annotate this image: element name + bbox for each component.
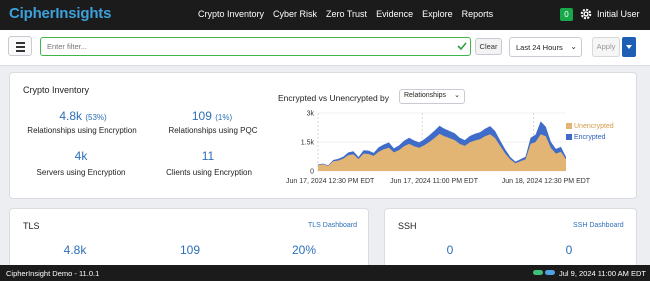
chart-group-select[interactable]: Relationships ⌄	[399, 89, 465, 104]
crypto-inventory-card: Crypto Inventory 4.8k (53%) Relationship…	[9, 72, 637, 199]
tls-title: TLS	[23, 221, 40, 231]
metric-value: 4k	[74, 149, 88, 163]
metric-servers-encryption-label: Servers using Encryption	[36, 168, 126, 177]
legend-encrypted: Encrypted	[566, 134, 606, 141]
hamburger-menu-button[interactable]	[8, 36, 32, 56]
legend-unencrypted: Unencrypted	[566, 123, 614, 130]
logo-part-1: Cipher	[9, 5, 56, 22]
status-footer: CipherInsight Demo - 11.0.1 Jul 9, 2024 …	[0, 265, 650, 281]
gear-icon[interactable]	[580, 8, 592, 20]
chevron-down-icon: ⌄	[570, 42, 577, 51]
user-menu[interactable]: Initial User	[597, 9, 640, 19]
legend-swatch	[566, 134, 572, 140]
metric-value: 4.8k	[59, 109, 82, 123]
metric-relationships-encryption-value[interactable]: 4.8k (53%)	[23, 109, 143, 123]
ssh-metric-value[interactable]: 0	[390, 243, 510, 257]
tls-dashboard-link[interactable]: TLS Dashboard	[308, 222, 357, 229]
legend-swatch	[566, 123, 572, 129]
notification-badge[interactable]: 0	[560, 8, 573, 21]
tls-metric-value[interactable]: 20%	[244, 243, 364, 257]
metric-servers-encryption-value[interactable]: 4k	[21, 149, 141, 163]
y-tick-label: 1.5k	[301, 140, 315, 147]
apply-button[interactable]: Apply	[592, 37, 620, 57]
nav-zero-trust[interactable]: Zero Trust	[326, 9, 367, 19]
metric-percent: (53%)	[85, 113, 107, 122]
apply-dropdown-button[interactable]	[622, 37, 636, 57]
nav-evidence[interactable]: Evidence	[376, 9, 413, 19]
nav-reports[interactable]: Reports	[462, 9, 494, 19]
metric-relationships-pqc-label: Relationships using PQC	[168, 126, 258, 135]
metric-relationships-encryption-label: Relationships using Encryption	[27, 126, 137, 135]
legend-label: Unencrypted	[574, 123, 614, 130]
y-tick-label: 3k	[307, 111, 315, 118]
ssh-card: SSH SSH Dashboard 0 0	[384, 208, 637, 268]
top-nav: CipherInsights Crypto Inventory Cyber Ri…	[0, 0, 650, 30]
encryption-area-chart: 3k 1.5k 0 Jun 17, 2024 12:30 PM EDT Jun 17, …	[286, 111, 591, 186]
logo-part-2: Insights	[55, 5, 112, 22]
nav-crypto-inventory[interactable]: Crypto Inventory	[198, 9, 264, 19]
x-tick-label: Jun 18, 2024 12:30 PM EDT	[502, 178, 591, 185]
crypto-inventory-title: Crypto Inventory	[23, 85, 90, 95]
clear-button[interactable]: Clear	[475, 38, 502, 55]
status-indicator-green	[533, 270, 543, 275]
chart-title: Encrypted vs Unencrypted by	[278, 93, 390, 103]
chevron-down-icon: ⌄	[454, 92, 460, 99]
status-indicator-blue	[545, 270, 555, 275]
metric-value: 11	[201, 149, 215, 163]
footer-datetime: Jul 9, 2024 11:00 AM EDT	[559, 269, 646, 278]
y-tick-label: 0	[310, 169, 314, 176]
x-tick-label: Jun 17, 2024 11:00 PM EDT	[390, 178, 479, 185]
time-range-value: Last 24 Hours	[516, 43, 563, 52]
filter-input[interactable]	[40, 37, 471, 56]
filter-bar: Clear Last 24 Hours ⌄ Apply	[0, 30, 650, 66]
metric-percent: (1%)	[215, 113, 233, 122]
metric-clients-encryption-value[interactable]: 11	[148, 149, 268, 163]
time-range-select[interactable]: Last 24 Hours ⌄	[509, 37, 582, 57]
metric-clients-encryption-label: Clients using Encryption	[166, 168, 252, 177]
legend-label: Encrypted	[574, 134, 606, 141]
ssh-metric-value[interactable]: 0	[509, 243, 629, 257]
tls-metric-value[interactable]: 109	[130, 243, 250, 257]
metric-relationships-pqc-value[interactable]: 109 (1%)	[152, 109, 272, 123]
tls-card: TLS TLS Dashboard 4.8k 109 20%	[9, 208, 369, 268]
nav-cyber-risk[interactable]: Cyber Risk	[273, 9, 317, 19]
metric-value: 109	[191, 109, 212, 123]
chart-group-value: Relationships	[404, 92, 447, 99]
tls-metric-value[interactable]: 4.8k	[15, 243, 135, 257]
app-version: CipherInsight Demo - 11.0.1	[6, 269, 100, 278]
series-unencrypted-area	[318, 133, 566, 171]
x-tick-label: Jun 17, 2024 12:30 PM EDT	[286, 178, 375, 185]
nav-links: Crypto Inventory Cyber Risk Zero Trust E…	[198, 9, 493, 19]
caret-down-icon	[626, 45, 632, 49]
check-icon[interactable]	[457, 41, 467, 51]
app-logo[interactable]: CipherInsights	[9, 5, 111, 22]
nav-explore[interactable]: Explore	[422, 9, 453, 19]
ssh-dashboard-link[interactable]: SSH Dashboard	[573, 222, 624, 229]
ssh-title: SSH	[398, 221, 417, 231]
